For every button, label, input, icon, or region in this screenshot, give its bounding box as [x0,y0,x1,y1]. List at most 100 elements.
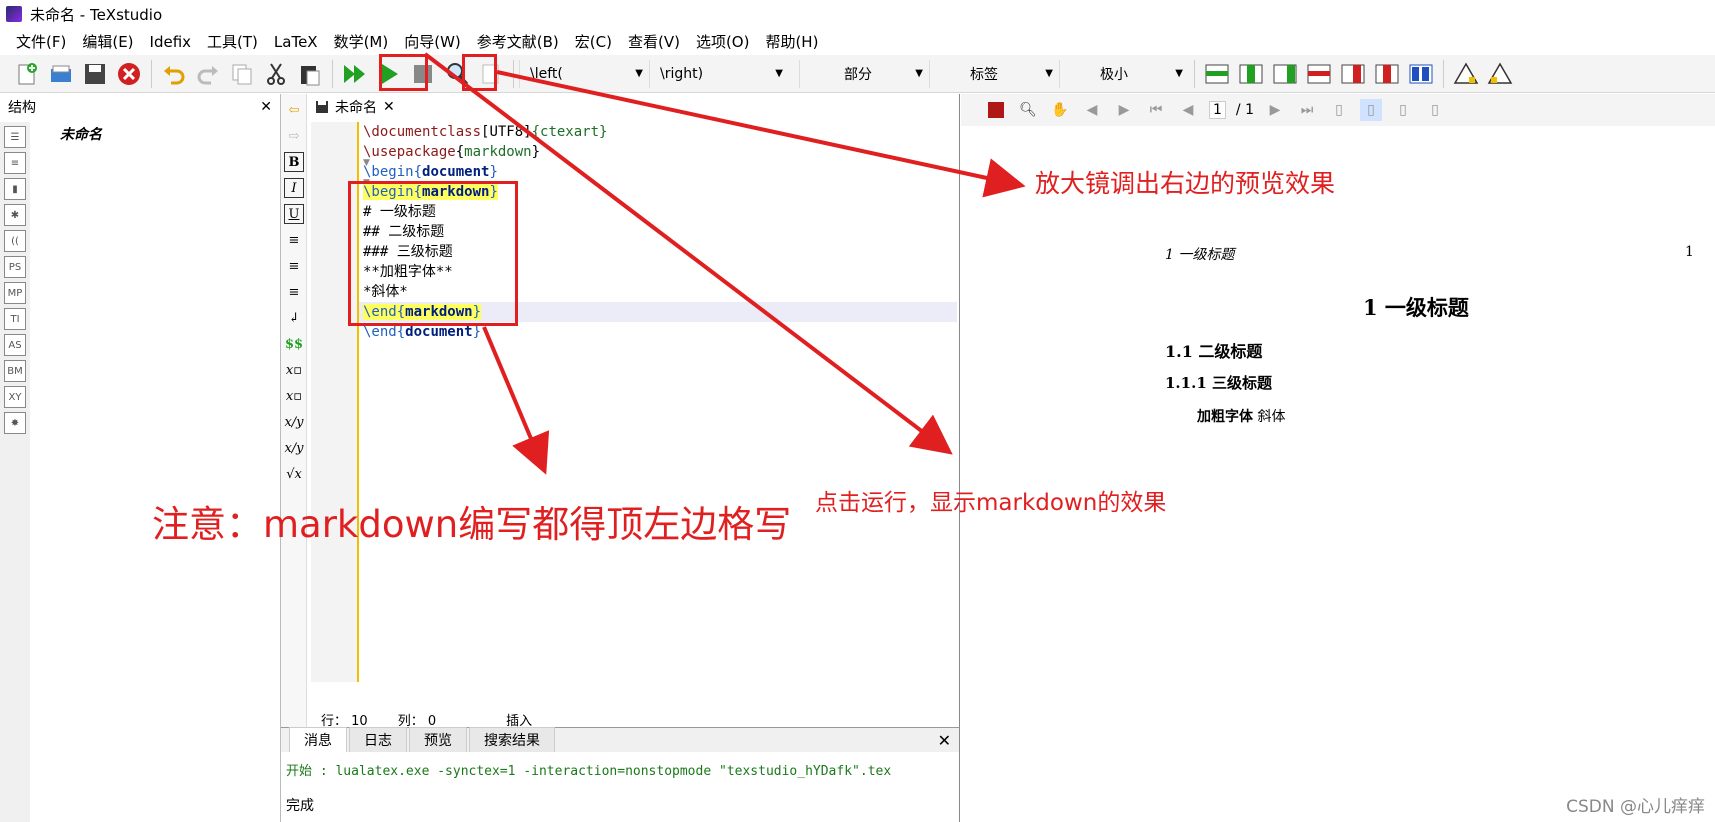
right-delimiter-combo[interactable]: \right) ▼ [649,59,789,88]
save-icon [85,63,105,84]
newline-icon[interactable]: ↲ [284,308,304,328]
align-left-icon[interactable]: ≡ [284,230,304,250]
pdf-icon[interactable] [985,99,1007,121]
paste-button[interactable] [295,59,325,89]
structure-view-icon[interactable]: ☰ [4,126,26,148]
last-page-icon[interactable]: ⏭ [1296,99,1318,121]
pdf-italic-text: 斜体 [1257,409,1286,425]
table-insert-column-button[interactable] [1270,59,1300,89]
metapost-icon[interactable]: MP [4,282,26,304]
fit-width-icon[interactable]: ▯ [1360,99,1382,121]
hand-icon[interactable]: ✋ [1049,99,1071,121]
brackets-icon[interactable]: (( [4,230,26,252]
bookmark-icon[interactable]: ▮ [4,178,26,200]
annotation-run: 点击运行，显示markdown的效果 [815,490,1167,516]
undo-button[interactable] [159,59,189,89]
table-cut-column-button[interactable] [1372,59,1402,89]
beamer-icon[interactable]: BM [4,360,26,382]
save-button[interactable] [80,59,110,89]
menu-idefix[interactable]: Idefix [142,29,200,55]
copy-button[interactable] [227,59,257,89]
viewer-toolbar: 🔍︎ ✋ ◀ ▶ ⏮ ◀ 1 / 1 ▶ ⏭ ▯ ▯ ▯ ▯ [961,94,1715,126]
warning-next-button[interactable] [1451,59,1481,89]
close-icon[interactable]: ✕ [260,99,272,115]
cut-button[interactable] [261,59,291,89]
menu-bibliography[interactable]: 参考文献(B) [469,29,567,55]
menu-macros[interactable]: 宏(C) [567,29,620,55]
tab-search-results[interactable]: 搜索结果 [469,727,555,752]
page-number-input[interactable]: 1 [1209,101,1226,119]
table-add-row-button[interactable] [1202,59,1232,89]
chevron-down-icon: ▼ [775,68,783,79]
align-right-icon[interactable]: ≡ [284,282,304,302]
font-size-value: 极小 [1100,66,1128,83]
open-file-button[interactable] [46,59,76,89]
next-page-icon[interactable]: ▶ [1264,99,1286,121]
tab-messages[interactable]: 消息 [289,727,347,752]
annotation-magnifier: 放大镜调出右边的预览效果 [1035,169,1336,198]
superscript-icon[interactable]: x▫ [284,386,304,406]
forward-icon[interactable]: ▶ [1113,99,1135,121]
structure-root-item[interactable]: 未命名 [60,124,102,144]
dfrac-icon[interactable]: x/y [284,438,304,458]
label-combo[interactable]: 标签 ▼ [929,59,1059,88]
special-symbols-icon[interactable]: ✸ [4,412,26,434]
editor-tab[interactable]: 未命名 ✕ [311,94,395,120]
new-file-icon [18,62,37,84]
menu-wizards[interactable]: 向导(W) [396,29,469,55]
pdf-running-header: 1 一级标题 [1165,247,1235,263]
math-mode-icon[interactable]: $$ [284,334,304,354]
tab-log[interactable]: 日志 [349,727,407,752]
menu-latex[interactable]: LaTeX [266,29,326,55]
prev-page-icon[interactable]: ◀ [1177,99,1199,121]
menu-edit[interactable]: 编辑(E) [74,29,141,55]
close-icon[interactable]: ✕ [383,99,395,115]
menu-view[interactable]: 查看(V) [620,29,688,55]
table-add-column-button[interactable] [1236,59,1266,89]
underline-icon[interactable]: U [284,204,304,224]
menu-tools[interactable]: 工具(T) [199,29,266,55]
redo-button[interactable] [193,59,223,89]
menu-help[interactable]: 帮助(H) [757,29,826,55]
sqrt-icon[interactable]: √x [284,464,304,484]
menu-math[interactable]: 数学(M) [326,29,397,55]
outline-icon[interactable]: ≡ [4,152,26,174]
pstricks-icon[interactable]: PS [4,256,26,278]
table-remove-row-button[interactable] [1304,59,1334,89]
fraction-icon[interactable]: x/y [284,412,304,432]
font-size-combo[interactable]: 极小 ▼ [1059,59,1189,88]
new-file-button[interactable] [12,59,42,89]
forward-arrow-icon[interactable]: ⇨ [284,126,304,146]
zoom-icon[interactable]: 🔍︎ [1017,99,1039,121]
redo-icon [197,65,218,84]
tab-preview[interactable]: 预览 [409,727,467,752]
symbols-icon[interactable]: ✱ [4,204,26,226]
table-insert-icon [1273,64,1297,83]
close-file-button[interactable] [114,59,144,89]
build-and-view-button[interactable] [340,59,370,89]
back-icon[interactable]: ◀ [1081,99,1103,121]
align-center-icon[interactable]: ≡ [284,256,304,276]
compile-command-line: 开始 : lualatex.exe -synctex=1 -interactio… [286,764,892,779]
subscript-icon[interactable]: x▫ [284,360,304,380]
back-arrow-icon[interactable]: ⇦ [284,100,304,120]
table-remove-column-button[interactable] [1338,59,1368,89]
bold-icon[interactable]: B [284,152,304,172]
undo-icon [164,65,185,84]
menu-options[interactable]: 选项(O) [688,29,758,55]
warning-prev-button[interactable] [1485,59,1515,89]
close-icon[interactable]: ✕ [938,731,951,750]
code-line: \documentclass[UTF8]{ctexart} [363,124,608,140]
continuous-icon[interactable]: ▯ [1424,99,1446,121]
tikz-icon[interactable]: TI [4,308,26,330]
asymptote-icon[interactable]: AS [4,334,26,356]
menu-file[interactable]: 文件(F) [8,29,74,55]
xymatrix-icon[interactable]: XY [4,386,26,408]
table-align-button[interactable] [1406,59,1436,89]
first-page-icon[interactable]: ⏮ [1145,99,1167,121]
italic-icon[interactable]: I [284,178,304,198]
sectioning-combo[interactable]: 部分 ▼ [799,59,929,88]
fit-page-icon[interactable]: ▯ [1392,99,1414,121]
zoom-100-icon[interactable]: ▯ [1328,99,1350,121]
left-delimiter-combo[interactable]: \left(▼ [519,59,649,88]
